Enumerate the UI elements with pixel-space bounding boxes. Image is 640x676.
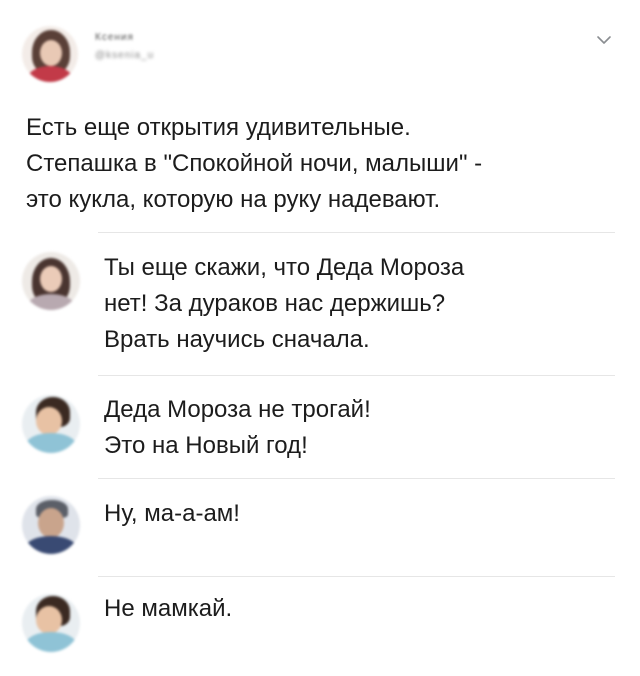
divider bbox=[98, 576, 615, 577]
reply-text: Ну, ма-а-ам! bbox=[104, 496, 240, 532]
tweet-text-line: Степашка в "Спокойной ночи, малыши" - bbox=[26, 150, 483, 177]
reply-text-line: Ну, ма-а-ам! bbox=[104, 500, 240, 527]
reply-text-line: Ты еще скажи, что Деда Мороза bbox=[104, 254, 465, 281]
reply-text-line: Врать научись сначала. bbox=[104, 326, 370, 353]
tweet-text-line: Есть еще открытия удивительные. bbox=[26, 114, 411, 141]
divider bbox=[98, 375, 615, 376]
divider bbox=[98, 232, 615, 233]
reply-text-line: Это на Новый год! bbox=[104, 432, 308, 459]
reply-avatar[interactable] bbox=[22, 395, 80, 453]
reply-text: Ты еще скажи, что Деда Мороза нет! За ду… bbox=[104, 250, 464, 358]
author-handle[interactable]: @ksenia_u bbox=[95, 50, 154, 61]
reply-text: Не мамкай. bbox=[104, 591, 232, 627]
reply-text-line: Деда Мороза не трогай! bbox=[104, 396, 371, 423]
author-name[interactable]: Ксения bbox=[95, 32, 134, 43]
reply-text-line: Не мамкай. bbox=[104, 595, 233, 622]
tweet-header: Ксения @ksenia_u bbox=[0, 0, 640, 100]
reply-text-line: нет! За дураков нас держишь? bbox=[104, 290, 446, 317]
reply-avatar[interactable] bbox=[22, 252, 80, 310]
tweet-text-line: это кукла, которую на руку надевают. bbox=[26, 186, 441, 213]
reply-avatar[interactable] bbox=[22, 496, 80, 554]
tweet-text: Есть еще открытия удивительные. Степашка… bbox=[26, 110, 616, 218]
reply-avatar[interactable] bbox=[22, 594, 80, 652]
author-avatar[interactable] bbox=[22, 26, 78, 82]
reply-text: Деда Мороза не трогай! Это на Новый год! bbox=[104, 392, 371, 464]
chevron-down-icon[interactable] bbox=[596, 32, 612, 48]
divider bbox=[98, 478, 615, 479]
